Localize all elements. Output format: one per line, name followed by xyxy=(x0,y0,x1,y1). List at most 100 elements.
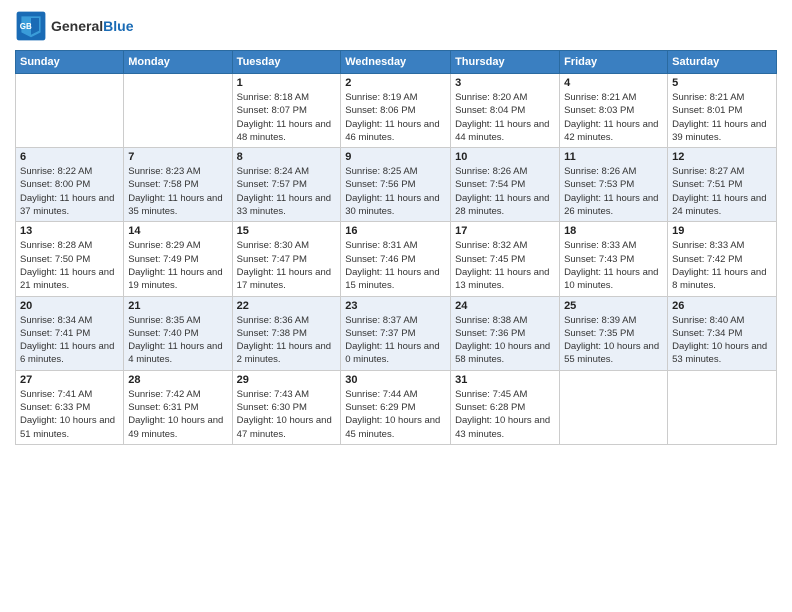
day-number: 10 xyxy=(455,151,555,163)
day-info: Sunrise: 8:25 AM Sunset: 7:56 PM Dayligh… xyxy=(345,165,446,218)
calendar-cell: 31 Sunrise: 7:45 AM Sunset: 6:28 PM Dayli… xyxy=(451,370,560,444)
day-number: 30 xyxy=(345,374,446,386)
day-info: Sunrise: 8:19 AM Sunset: 8:06 PM Dayligh… xyxy=(345,91,446,144)
calendar-cell: 11 Sunrise: 8:26 AM Sunset: 7:53 PM Dayli… xyxy=(560,148,668,222)
calendar-cell: 17 Sunrise: 8:32 AM Sunset: 7:45 PM Dayli… xyxy=(451,222,560,296)
calendar-cell: 6 Sunrise: 8:22 AM Sunset: 8:00 PM Daylig… xyxy=(16,148,124,222)
calendar-header-row: Sunday Monday Tuesday Wednesday Thursday… xyxy=(16,51,777,74)
col-tuesday: Tuesday xyxy=(232,51,341,74)
day-info: Sunrise: 7:42 AM Sunset: 6:31 PM Dayligh… xyxy=(128,388,227,441)
day-info: Sunrise: 8:29 AM Sunset: 7:49 PM Dayligh… xyxy=(128,239,227,292)
day-info: Sunrise: 8:20 AM Sunset: 8:04 PM Dayligh… xyxy=(455,91,555,144)
calendar-cell xyxy=(668,370,777,444)
calendar-week-row-2: 6 Sunrise: 8:22 AM Sunset: 8:00 PM Daylig… xyxy=(16,148,777,222)
calendar-week-row-3: 13 Sunrise: 8:28 AM Sunset: 7:50 PM Dayli… xyxy=(16,222,777,296)
day-info: Sunrise: 8:34 AM Sunset: 7:41 PM Dayligh… xyxy=(20,314,119,367)
logo-icon: GB xyxy=(15,10,47,42)
day-number: 15 xyxy=(237,225,337,237)
day-number: 24 xyxy=(455,300,555,312)
calendar-cell: 12Sunrise: 8:27 AM Sunset: 7:51 PM Dayli… xyxy=(668,148,777,222)
day-number: 11 xyxy=(564,151,663,163)
header: GB GeneralBlue xyxy=(15,10,777,42)
calendar-cell: 29 Sunrise: 7:43 AM Sunset: 6:30 PM Dayli… xyxy=(232,370,341,444)
day-number: 28 xyxy=(128,374,227,386)
col-monday: Monday xyxy=(124,51,232,74)
col-thursday: Thursday xyxy=(451,51,560,74)
calendar-cell: 14 Sunrise: 8:29 AM Sunset: 7:49 PM Dayli… xyxy=(124,222,232,296)
calendar-cell: 18 Sunrise: 8:33 AM Sunset: 7:43 PM Dayli… xyxy=(560,222,668,296)
day-number: 13 xyxy=(20,225,119,237)
day-info: Sunrise: 7:44 AM Sunset: 6:29 PM Dayligh… xyxy=(345,388,446,441)
day-info: Sunrise: 8:40 AM Sunset: 7:34 PM Dayligh… xyxy=(672,314,772,367)
calendar-cell: 15 Sunrise: 8:30 AM Sunset: 7:47 PM Dayli… xyxy=(232,222,341,296)
calendar-cell xyxy=(560,370,668,444)
calendar-cell: 27 Sunrise: 7:41 AM Sunset: 6:33 PM Dayli… xyxy=(16,370,124,444)
day-info: Sunrise: 8:31 AM Sunset: 7:46 PM Dayligh… xyxy=(345,239,446,292)
calendar-cell: 3 Sunrise: 8:20 AM Sunset: 8:04 PM Daylig… xyxy=(451,74,560,148)
day-info: Sunrise: 8:33 AM Sunset: 7:43 PM Dayligh… xyxy=(564,239,663,292)
day-number: 23 xyxy=(345,300,446,312)
day-info: Sunrise: 8:23 AM Sunset: 7:58 PM Dayligh… xyxy=(128,165,227,218)
day-info: Sunrise: 8:30 AM Sunset: 7:47 PM Dayligh… xyxy=(237,239,337,292)
day-number: 19 xyxy=(672,225,772,237)
day-info: Sunrise: 8:36 AM Sunset: 7:38 PM Dayligh… xyxy=(237,314,337,367)
day-number: 16 xyxy=(345,225,446,237)
day-info: Sunrise: 8:33 AM Sunset: 7:42 PM Dayligh… xyxy=(672,239,772,292)
day-number: 4 xyxy=(564,77,663,89)
day-info: Sunrise: 8:37 AM Sunset: 7:37 PM Dayligh… xyxy=(345,314,446,367)
day-number: 14 xyxy=(128,225,227,237)
day-number: 31 xyxy=(455,374,555,386)
calendar-week-row-4: 20 Sunrise: 8:34 AM Sunset: 7:41 PM Dayli… xyxy=(16,296,777,370)
calendar-cell: 20 Sunrise: 8:34 AM Sunset: 7:41 PM Dayli… xyxy=(16,296,124,370)
calendar-cell: 4 Sunrise: 8:21 AM Sunset: 8:03 PM Daylig… xyxy=(560,74,668,148)
calendar-cell: 7 Sunrise: 8:23 AM Sunset: 7:58 PM Daylig… xyxy=(124,148,232,222)
calendar-cell: 8 Sunrise: 8:24 AM Sunset: 7:57 PM Daylig… xyxy=(232,148,341,222)
calendar-cell: 23 Sunrise: 8:37 AM Sunset: 7:37 PM Dayli… xyxy=(341,296,451,370)
calendar-cell: 22 Sunrise: 8:36 AM Sunset: 7:38 PM Dayli… xyxy=(232,296,341,370)
calendar-cell xyxy=(16,74,124,148)
day-number: 22 xyxy=(237,300,337,312)
logo-text: GeneralBlue xyxy=(51,18,133,35)
day-info: Sunrise: 8:26 AM Sunset: 7:53 PM Dayligh… xyxy=(564,165,663,218)
calendar-cell: 5Sunrise: 8:21 AM Sunset: 8:01 PM Daylig… xyxy=(668,74,777,148)
day-number: 7 xyxy=(128,151,227,163)
calendar-cell: 13 Sunrise: 8:28 AM Sunset: 7:50 PM Dayli… xyxy=(16,222,124,296)
calendar-cell: 10Sunrise: 8:26 AM Sunset: 7:54 PM Dayli… xyxy=(451,148,560,222)
logo: GB GeneralBlue xyxy=(15,10,133,42)
day-number: 20 xyxy=(20,300,119,312)
day-info: Sunrise: 8:22 AM Sunset: 8:00 PM Dayligh… xyxy=(20,165,119,218)
calendar-cell: 16 Sunrise: 8:31 AM Sunset: 7:46 PM Dayli… xyxy=(341,222,451,296)
day-info: Sunrise: 8:32 AM Sunset: 7:45 PM Dayligh… xyxy=(455,239,555,292)
day-number: 6 xyxy=(20,151,119,163)
day-info: Sunrise: 7:45 AM Sunset: 6:28 PM Dayligh… xyxy=(455,388,555,441)
day-number: 3 xyxy=(455,77,555,89)
day-number: 29 xyxy=(237,374,337,386)
calendar: Sunday Monday Tuesday Wednesday Thursday… xyxy=(15,50,777,445)
col-wednesday: Wednesday xyxy=(341,51,451,74)
day-number: 25 xyxy=(564,300,663,312)
day-info: Sunrise: 8:27 AM Sunset: 7:51 PM Dayligh… xyxy=(672,165,772,218)
day-number: 17 xyxy=(455,225,555,237)
page: GB GeneralBlue Sunday Monday Tuesday Wed… xyxy=(0,0,792,612)
day-info: Sunrise: 8:28 AM Sunset: 7:50 PM Dayligh… xyxy=(20,239,119,292)
day-info: Sunrise: 8:24 AM Sunset: 7:57 PM Dayligh… xyxy=(237,165,337,218)
day-number: 26 xyxy=(672,300,772,312)
day-number: 5 xyxy=(672,77,772,89)
day-info: Sunrise: 7:43 AM Sunset: 6:30 PM Dayligh… xyxy=(237,388,337,441)
day-number: 27 xyxy=(20,374,119,386)
calendar-cell: 9Sunrise: 8:25 AM Sunset: 7:56 PM Daylig… xyxy=(341,148,451,222)
day-info: Sunrise: 7:41 AM Sunset: 6:33 PM Dayligh… xyxy=(20,388,119,441)
day-number: 1 xyxy=(237,77,337,89)
calendar-cell: 30 Sunrise: 7:44 AM Sunset: 6:29 PM Dayli… xyxy=(341,370,451,444)
day-number: 8 xyxy=(237,151,337,163)
calendar-week-row-1: 1Sunrise: 8:18 AM Sunset: 8:07 PM Daylig… xyxy=(16,74,777,148)
calendar-cell: 21Sunrise: 8:35 AM Sunset: 7:40 PM Dayli… xyxy=(124,296,232,370)
calendar-cell: 2 Sunrise: 8:19 AM Sunset: 8:06 PM Daylig… xyxy=(341,74,451,148)
svg-text:GB: GB xyxy=(20,22,32,31)
day-info: Sunrise: 8:21 AM Sunset: 8:03 PM Dayligh… xyxy=(564,91,663,144)
calendar-cell xyxy=(124,74,232,148)
day-number: 18 xyxy=(564,225,663,237)
day-number: 2 xyxy=(345,77,446,89)
calendar-cell: 28 Sunrise: 7:42 AM Sunset: 6:31 PM Dayli… xyxy=(124,370,232,444)
col-friday: Friday xyxy=(560,51,668,74)
